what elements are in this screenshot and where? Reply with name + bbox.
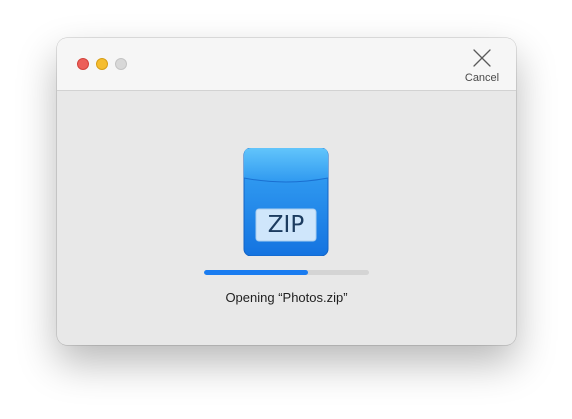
zip-badge-label: ZIP bbox=[267, 212, 305, 238]
cancel-button[interactable]: Cancel bbox=[460, 48, 504, 88]
window-minimize-button[interactable] bbox=[96, 58, 108, 70]
status-message: Opening “Photos.zip” bbox=[225, 290, 348, 305]
cancel-label: Cancel bbox=[464, 72, 500, 84]
close-x-icon bbox=[460, 48, 504, 68]
progress-bar bbox=[204, 270, 369, 275]
window-close-button[interactable] bbox=[77, 58, 89, 70]
title-bar: Cancel bbox=[57, 38, 516, 91]
zip-archive-icon: ZIP bbox=[243, 147, 329, 257]
progress-bar-fill bbox=[204, 270, 308, 275]
archive-utility-window: Cancel ZIP Opening “Photos.zip” bbox=[57, 38, 516, 345]
window-zoom-button[interactable] bbox=[115, 58, 127, 70]
